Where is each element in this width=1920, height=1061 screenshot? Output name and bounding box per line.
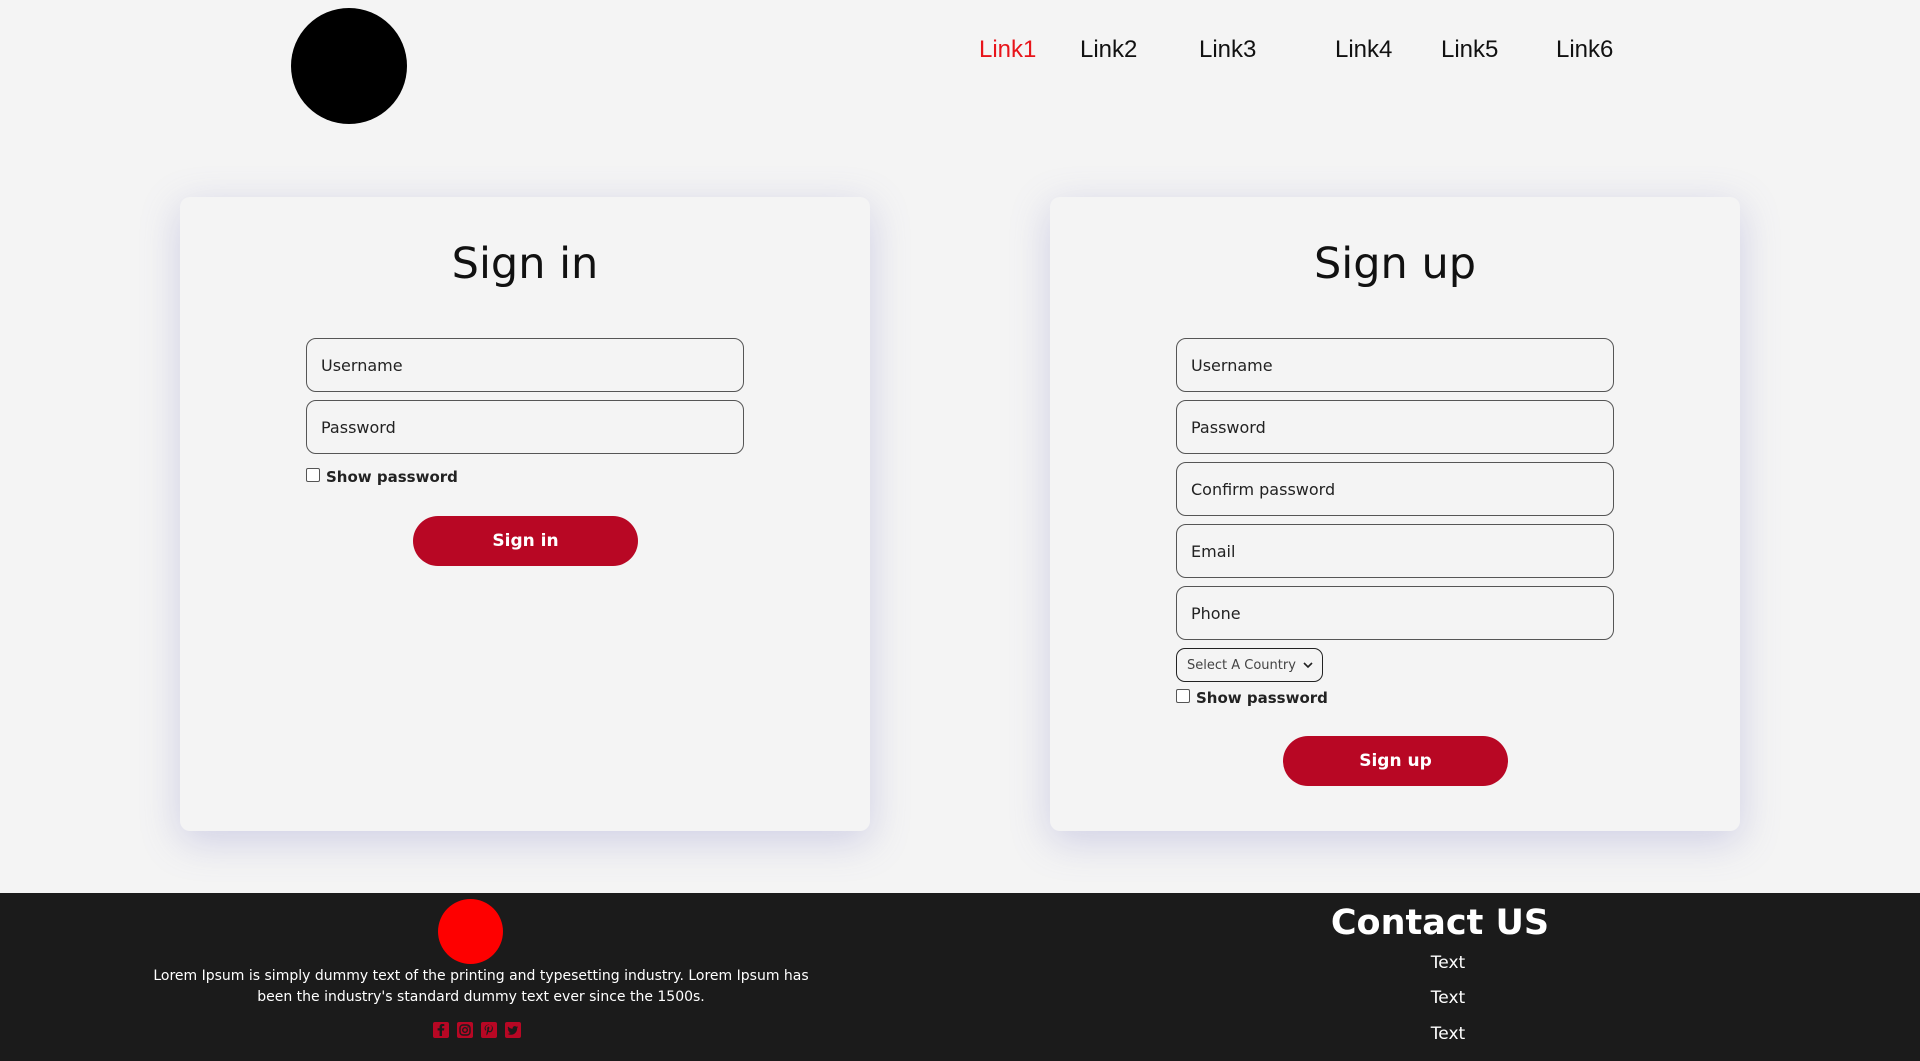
signin-card: Sign in Show password Sign in xyxy=(180,197,870,831)
signup-show-password-row[interactable]: Show password xyxy=(1176,688,1328,708)
signup-button[interactable]: Sign up xyxy=(1283,736,1508,786)
page: Link1 Link2 Link3 Link4 Link5 Link6 Sign… xyxy=(0,0,1920,1061)
contact-item: Text xyxy=(1430,1024,1466,1044)
nav-link-2[interactable]: Link2 xyxy=(1080,36,1137,64)
site-logo[interactable] xyxy=(291,8,407,124)
signin-show-password-label: Show password xyxy=(326,468,458,486)
signup-show-password-label: Show password xyxy=(1196,689,1328,707)
twitter-icon[interactable] xyxy=(504,1021,522,1039)
footer-logo[interactable] xyxy=(438,899,503,964)
signin-username-input[interactable] xyxy=(306,338,744,392)
nav-link-5[interactable]: Link5 xyxy=(1441,36,1498,64)
signin-show-password-checkbox[interactable] xyxy=(306,468,320,482)
nav-link-1[interactable]: Link1 xyxy=(979,36,1036,64)
signin-show-password-row[interactable]: Show password xyxy=(306,467,458,487)
signup-username-input[interactable] xyxy=(1176,338,1614,392)
signup-show-password-checkbox[interactable] xyxy=(1176,689,1190,703)
social-links xyxy=(432,1021,522,1039)
country-select-value: Select A Country xyxy=(1187,657,1296,673)
footer-description: Lorem Ipsum is simply dummy text of the … xyxy=(153,968,809,1005)
signup-card: Sign up Select A Country Show password S… xyxy=(1050,197,1740,831)
pinterest-icon[interactable] xyxy=(480,1021,498,1039)
signup-password-input[interactable] xyxy=(1176,400,1614,454)
contact-item: Text xyxy=(1430,988,1466,1008)
footer: Lorem Ipsum is simply dummy text of the … xyxy=(0,893,1920,1061)
nav-link-3[interactable]: Link3 xyxy=(1199,36,1256,64)
signup-phone-input[interactable] xyxy=(1176,586,1614,640)
nav-link-4[interactable]: Link4 xyxy=(1335,36,1392,64)
signup-email-input[interactable] xyxy=(1176,524,1614,578)
nav-link-6[interactable]: Link6 xyxy=(1556,36,1613,64)
signin-password-input[interactable] xyxy=(306,400,744,454)
country-select[interactable]: Select A Country xyxy=(1176,648,1323,682)
signup-title: Sign up xyxy=(1313,239,1476,289)
signin-button[interactable]: Sign in xyxy=(413,516,638,566)
contact-item: Text xyxy=(1430,953,1466,973)
chevron-down-icon xyxy=(1303,662,1313,669)
instagram-icon[interactable] xyxy=(456,1021,474,1039)
main-nav: Link1 Link2 Link3 Link4 Link5 Link6 xyxy=(0,36,1920,66)
signup-confirm-password-input[interactable] xyxy=(1176,462,1614,516)
signin-title: Sign in xyxy=(451,239,599,289)
contact-title: Contact US xyxy=(1330,903,1550,943)
facebook-icon[interactable] xyxy=(432,1021,450,1039)
